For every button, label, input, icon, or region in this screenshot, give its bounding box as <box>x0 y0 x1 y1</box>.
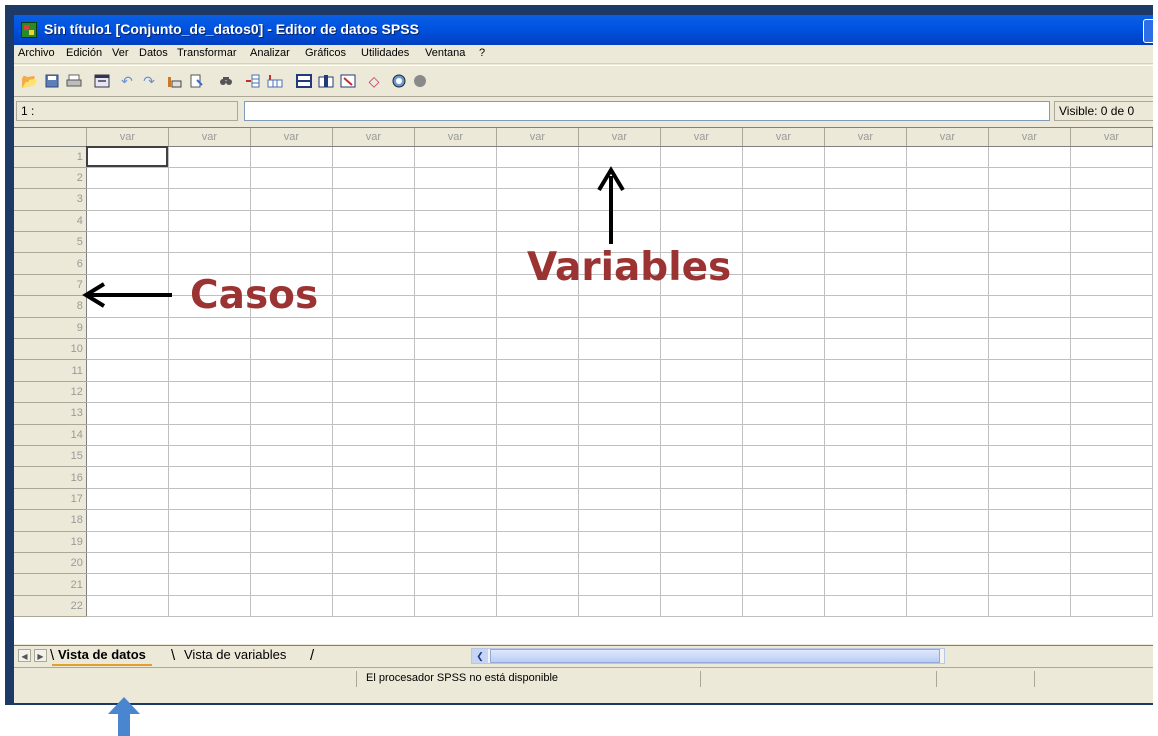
casos-annotation: Casos <box>190 273 319 318</box>
variables-annotation: Variables <box>527 245 732 290</box>
tab-pointer-arrow <box>108 697 140 736</box>
annotation-arrows <box>82 166 625 736</box>
variables-arrow <box>597 166 625 244</box>
casos-arrow <box>82 282 172 308</box>
